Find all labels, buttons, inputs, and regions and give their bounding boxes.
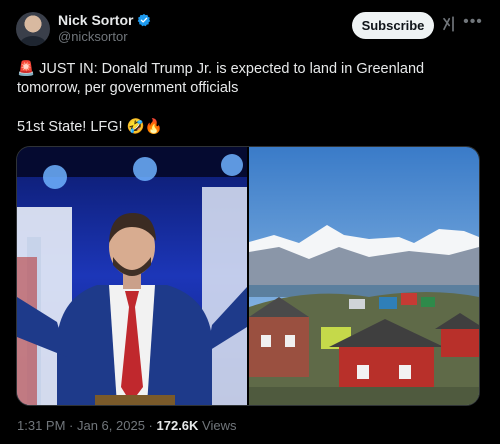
subscribe-button[interactable]: Subscribe bbox=[352, 12, 434, 39]
photo-greenland-town[interactable] bbox=[249, 147, 479, 405]
author-name-row: Nick Sortor bbox=[58, 12, 151, 28]
siren-emoji: 🚨 bbox=[17, 61, 36, 77]
author-handle[interactable]: @nicksortor bbox=[58, 29, 128, 44]
tweet-line-2: 51st State! LFG! 🤣🔥 bbox=[17, 119, 163, 135]
tweet-meta: 1:31 PM · Jan 6, 2025 · 172.6K Views bbox=[17, 418, 236, 433]
author-name[interactable]: Nick Sortor bbox=[58, 12, 133, 28]
tweet-line-1: 🚨 JUST IN: Donald Trump Jr. is expected … bbox=[17, 60, 487, 98]
photo-trump-jr[interactable] bbox=[17, 147, 247, 405]
photo-trump-jr-image bbox=[17, 147, 247, 405]
grok-icon[interactable] bbox=[441, 15, 459, 33]
photo-greenland-town-image bbox=[249, 147, 479, 405]
views-count: 172.6K bbox=[156, 418, 199, 433]
tweet-line-1-text: JUST IN: Donald Trump Jr. is expected to… bbox=[17, 61, 425, 96]
avatar-shirt bbox=[20, 36, 46, 46]
more-icon[interactable]: ••• bbox=[462, 13, 484, 33]
avatar[interactable] bbox=[16, 12, 50, 46]
meta-separator: · bbox=[65, 418, 77, 433]
verified-badge-icon bbox=[138, 13, 151, 27]
tweet-text: 🚨 JUST IN: Donald Trump Jr. is expected … bbox=[17, 60, 487, 137]
views-label: Views bbox=[198, 418, 237, 433]
tweet-time[interactable]: 1:31 PM bbox=[17, 418, 65, 433]
media-grid bbox=[16, 146, 480, 406]
meta-separator: · bbox=[144, 418, 157, 433]
tweet-date[interactable]: Jan 6, 2025 bbox=[77, 418, 145, 433]
